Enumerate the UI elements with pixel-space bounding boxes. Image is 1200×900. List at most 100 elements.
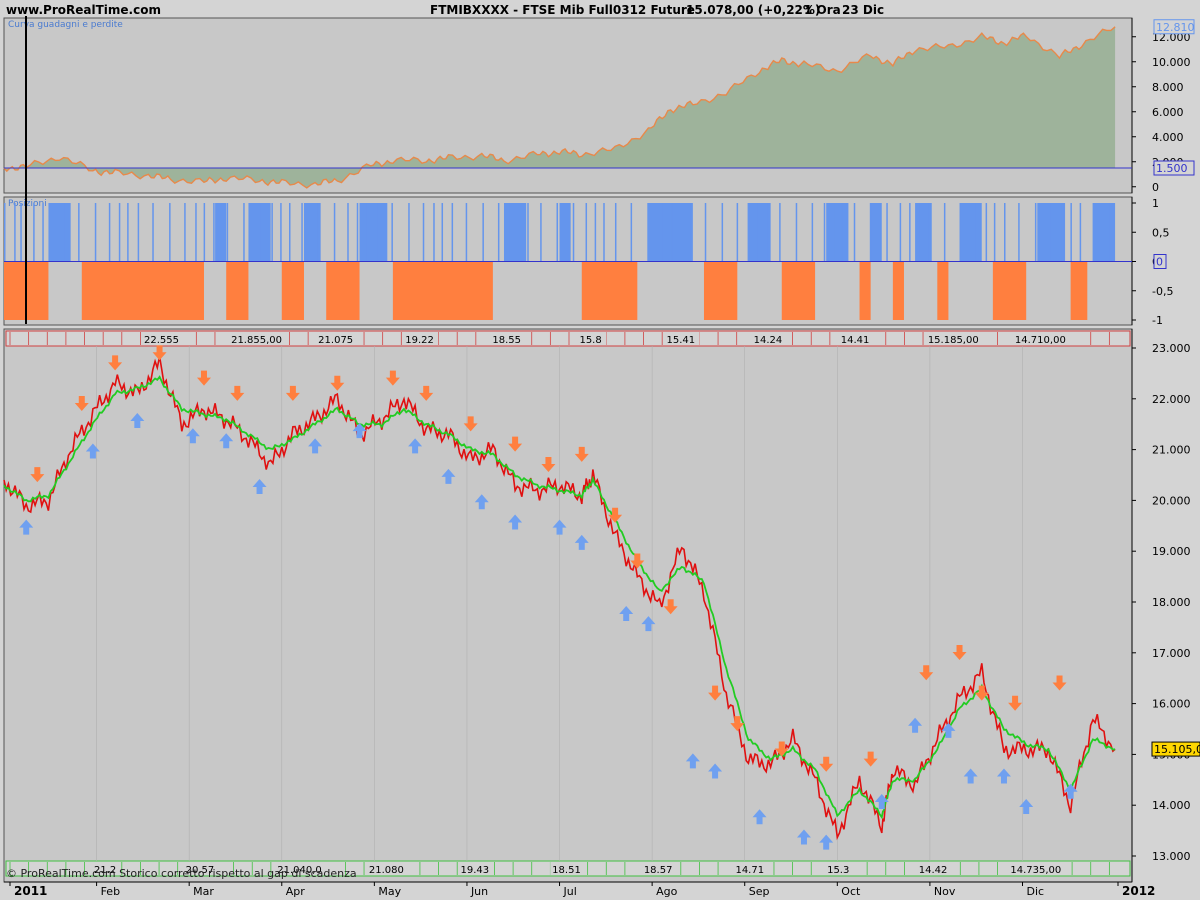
long-position-bar xyxy=(62,203,65,262)
short-position-bar xyxy=(281,261,304,320)
long-position-bar xyxy=(811,203,814,262)
long-position-bar xyxy=(347,203,349,262)
long-position-bar xyxy=(365,203,367,262)
equity-panel: Curva guadagni e perdite12.00010.0008.00… xyxy=(3,17,1195,194)
long-position-bar xyxy=(42,203,44,262)
long-position-bar xyxy=(152,203,154,262)
timeframe: 1 Ora xyxy=(804,3,841,17)
long-position-bar xyxy=(422,203,425,262)
long-position-bar xyxy=(376,203,378,262)
x-tick-label: Dic xyxy=(1026,885,1044,898)
long-position-bar xyxy=(169,203,171,262)
instrument-price: 15.078,00 (+0,22%) xyxy=(686,3,820,17)
panel-title: Posizioni xyxy=(8,199,47,209)
top-strip-label: 15.41 xyxy=(667,335,696,346)
current-date: 23 Dic xyxy=(842,3,884,17)
short-position-bar xyxy=(781,261,816,320)
y-tick-label: 22.000 xyxy=(1152,393,1191,406)
long-position-bar xyxy=(1092,203,1116,262)
long-position-bar xyxy=(465,203,468,262)
bottom-strip-label: 21.080 xyxy=(369,865,404,876)
long-position-bar xyxy=(747,203,750,262)
long-position-bar xyxy=(14,203,16,262)
long-position-bar xyxy=(509,203,512,262)
long-position-bar xyxy=(928,203,931,262)
short-position-bar xyxy=(1070,261,1088,320)
long-position-bar xyxy=(748,203,771,262)
long-position-bar xyxy=(1092,203,1095,262)
time-cursor[interactable] xyxy=(25,16,27,324)
long-position-bar xyxy=(391,203,393,262)
long-position-bar xyxy=(661,203,663,262)
long-position-bar xyxy=(433,203,435,262)
panel-background xyxy=(3,328,1133,883)
long-position-bar xyxy=(614,203,617,262)
long-position-bar xyxy=(1070,203,1072,262)
long-position-bar xyxy=(985,203,988,262)
long-position-bar xyxy=(118,203,121,262)
long-position-bar xyxy=(4,203,6,262)
long-position-bar xyxy=(94,203,97,262)
long-position-bar xyxy=(503,203,527,262)
long-position-bar xyxy=(441,203,444,262)
y-tick-label: 18.000 xyxy=(1152,596,1191,609)
long-position-bar xyxy=(917,203,920,262)
price-panel: Prezzo23.00022.00021.00020.00019.00018.0… xyxy=(3,328,1200,883)
long-position-bar xyxy=(671,203,673,262)
bottom-strip-label: 19.43 xyxy=(461,865,490,876)
long-position-bar xyxy=(527,203,529,262)
site-url[interactable]: www.ProRealTime.com xyxy=(6,3,161,17)
top-strip-label: 14.24 xyxy=(754,335,783,346)
long-position-bar xyxy=(203,203,206,262)
instrument-title: FTMIBXXXX - FTSE Mib Full0312 Future xyxy=(430,3,695,17)
long-position-bar xyxy=(195,203,197,262)
y-tick-label: 21.000 xyxy=(1152,444,1191,457)
long-position-bar xyxy=(572,203,575,262)
long-position-bar xyxy=(704,203,707,262)
short-position-bar xyxy=(326,261,360,320)
long-position-bar xyxy=(1061,203,1064,262)
bottom-strip-label: 18.57 xyxy=(644,865,673,876)
long-position-bar xyxy=(886,203,888,262)
long-position-bar xyxy=(630,203,633,262)
long-position-bar xyxy=(841,203,843,262)
long-position-bar xyxy=(215,203,227,262)
y-tick-label: 19.000 xyxy=(1152,545,1191,558)
zero-label: 0 xyxy=(1156,256,1163,269)
long-position-bar xyxy=(1079,203,1082,262)
long-position-bar xyxy=(647,203,649,262)
long-position-bar xyxy=(736,203,739,262)
long-position-bar xyxy=(78,203,80,262)
long-position-bar xyxy=(690,203,692,262)
long-position-bar xyxy=(1003,203,1006,262)
long-position-bar xyxy=(333,203,336,262)
long-position-bar xyxy=(408,203,410,262)
y-tick-label: 17.000 xyxy=(1152,647,1191,660)
y-tick-label: 23.000 xyxy=(1152,342,1191,355)
short-position-bar xyxy=(226,261,249,320)
bottom-strip-label: 18.51 xyxy=(552,865,581,876)
long-position-bar xyxy=(826,203,849,262)
long-position-bar xyxy=(497,203,500,262)
long-position-bar xyxy=(943,203,946,262)
y-tick-label: 4.000 xyxy=(1152,131,1184,144)
y-tick-label: -1 xyxy=(1152,314,1163,327)
x-tick-label: Nov xyxy=(934,885,956,898)
top-strip-label: 15.185,00 xyxy=(928,335,979,346)
long-position-bar xyxy=(832,203,835,262)
trading-chart: www.ProRealTime.com FTMIBXXXX - FTSE Mib… xyxy=(0,0,1200,900)
long-position-bar xyxy=(559,203,571,262)
long-position-bar xyxy=(679,203,681,262)
long-position-bar xyxy=(959,203,982,262)
long-position-bar xyxy=(765,203,768,262)
long-position-bar xyxy=(213,203,215,262)
x-tick-label: Ago xyxy=(656,885,678,898)
x-tick-label: Oct xyxy=(841,885,861,898)
short-position-bar xyxy=(581,261,638,320)
top-strip-label: 14.41 xyxy=(841,335,870,346)
long-position-bar xyxy=(20,203,22,262)
top-strip-label: 18.55 xyxy=(492,335,521,346)
top-strip-label: 14.710,00 xyxy=(1015,335,1066,346)
long-position-bar xyxy=(755,203,758,262)
long-position-bar xyxy=(823,203,826,262)
